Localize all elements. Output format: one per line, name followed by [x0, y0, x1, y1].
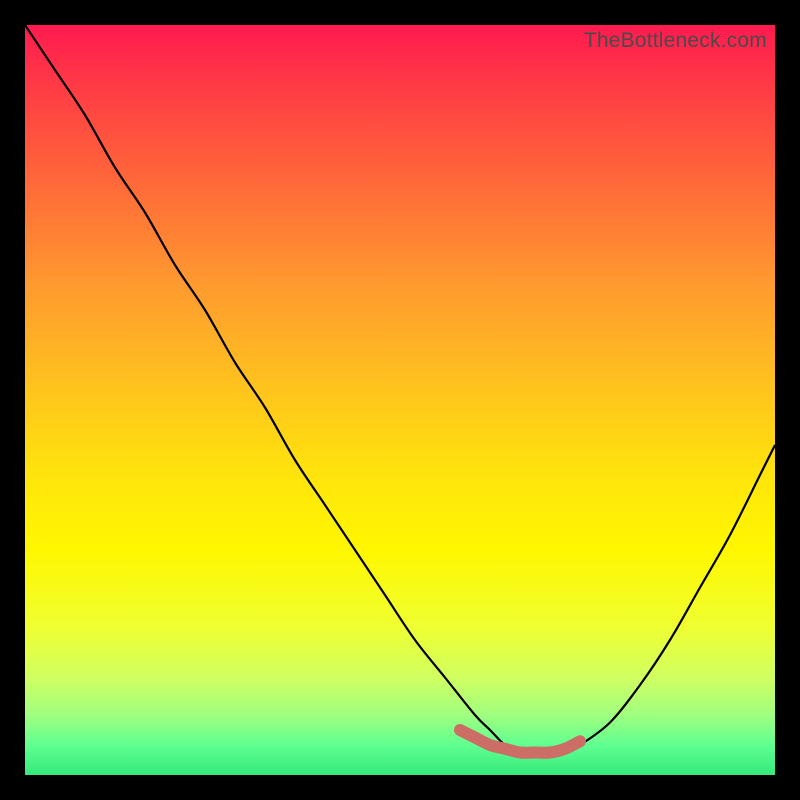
bottleneck-curve [25, 25, 775, 753]
plot-area: TheBottleneck.com [25, 25, 775, 775]
chart-outer: TheBottleneck.com [0, 0, 800, 800]
curve-layer [25, 25, 775, 775]
optimal-band [460, 730, 580, 753]
